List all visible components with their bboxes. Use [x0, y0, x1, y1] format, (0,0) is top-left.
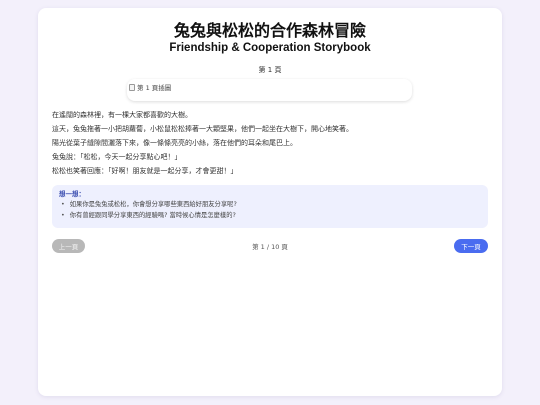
story-text: 在遙闊的森林裡，有一棵大家都喜歡的大樹。 這天，兔兔拖著一小把胡蘿蔔，小松鼠松松…: [52, 108, 492, 178]
book-title: 兔兔與松松的合作森林冒險: [173, 21, 366, 40]
think-about-it-box: 想一想： 如果你是兔兔或松松，你會想分享哪些東西給好朋友分享呢? 你有曾經跟同學…: [52, 185, 488, 228]
think-question: 如果你是兔兔或松松，你會想分享哪些東西給好朋友分享呢?: [59, 199, 481, 210]
story-line: 兔兔說：「松松，今天一起分享點心吧！」: [52, 153, 182, 161]
illustration-image: 第 1 頁插圖: [129, 82, 171, 92]
think-question-list: 如果你是兔兔或松松，你會想分享哪些東西給好朋友分享呢? 你有曾經跟同學分享東西的…: [59, 199, 481, 221]
broken-image-icon: [129, 83, 135, 91]
book-subtitle: Friendship & Cooperation Storybook: [169, 42, 371, 54]
story-line: 這天，兔兔拖著一小把胡蘿蔔，小松鼠松松捧著一大顆堅果，他們一起坐在大樹下，開心地…: [52, 125, 353, 133]
story-line: 陽光從葉子縫隙間灑落下來，像一條條亮亮的小絲，落在他們的耳朵和尾巴上。: [52, 139, 297, 147]
storybook-card: 兔兔與松松的合作森林冒險 Friendship & Cooperation St…: [38, 8, 502, 396]
story-line: 松松也笑著回應：「好啊！朋友就是一起分享，才會更甜！」: [52, 167, 238, 175]
think-question: 你有曾經跟同學分享東西的經驗嗎? 當時候心情是怎麼樣的?: [59, 210, 481, 221]
page-label: 第 1 頁: [258, 66, 282, 74]
page-indicator: 第 1 / 10 頁: [252, 243, 288, 251]
next-page-button[interactable]: 下一頁: [454, 239, 488, 253]
illustration-alt-text: 第 1 頁插圖: [137, 84, 172, 92]
think-title: 想一想：: [59, 190, 85, 198]
page-illustration: 第 1 頁插圖: [127, 79, 412, 101]
story-line: 在遙闊的森林裡，有一棵大家都喜歡的大樹。: [52, 111, 192, 119]
